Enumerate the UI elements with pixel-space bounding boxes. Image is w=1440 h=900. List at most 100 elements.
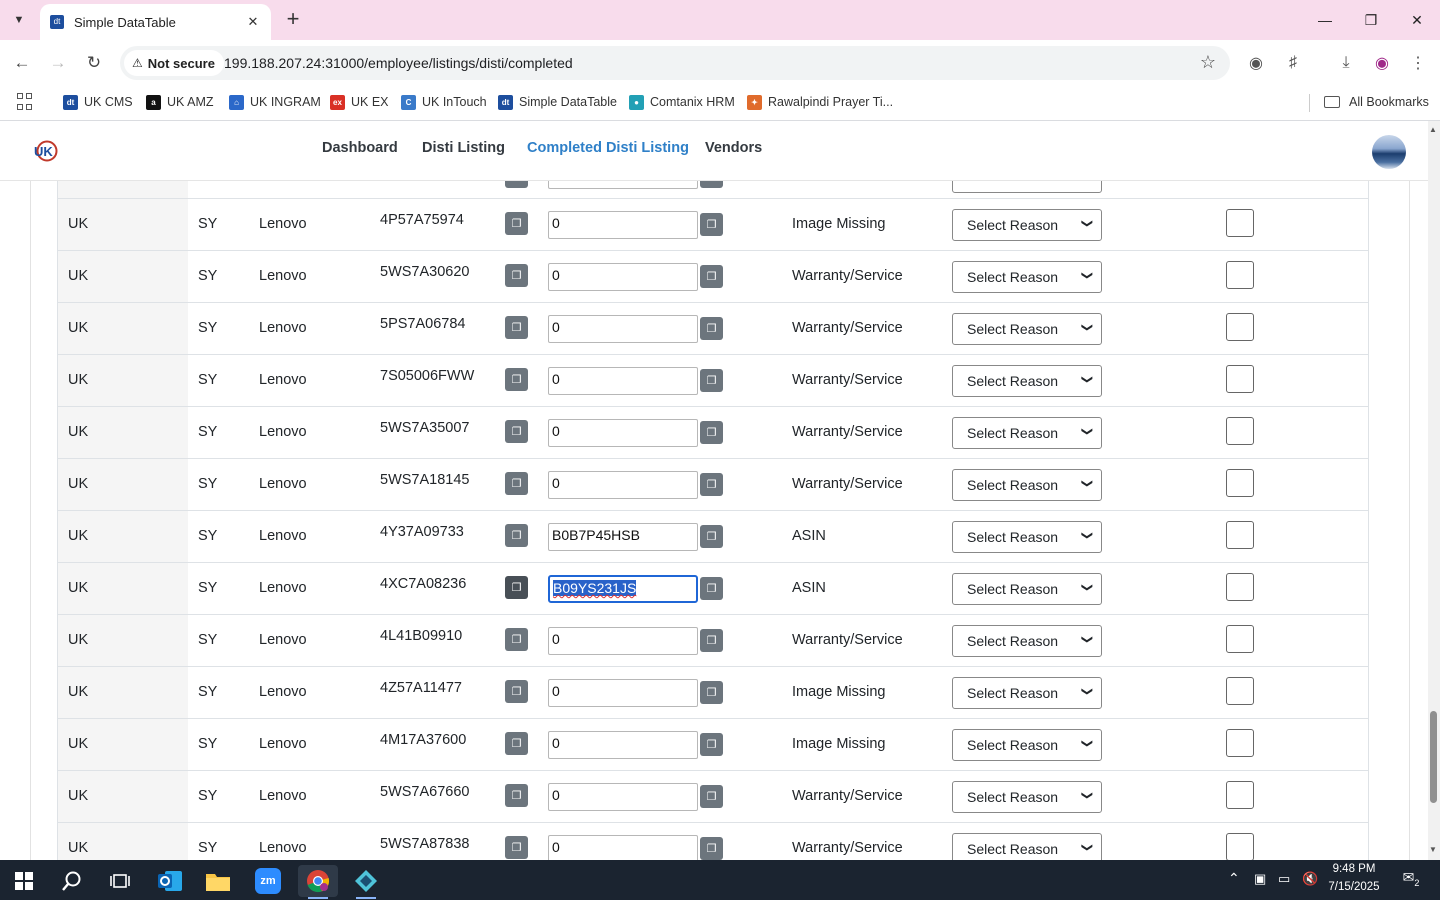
user-avatar[interactable] <box>1372 135 1406 169</box>
row-checkbox[interactable] <box>1226 781 1254 809</box>
copy-part-icon[interactable]: ❐ <box>505 368 528 391</box>
forward-icon[interactable]: → <box>46 51 70 75</box>
value-input[interactable]: 0 <box>548 263 698 291</box>
copy-value-icon[interactable]: ❐ <box>700 265 723 288</box>
copy-value-icon[interactable]: ❐ <box>700 213 723 236</box>
copy-part-icon[interactable]: ❐ <box>505 420 528 443</box>
copy-part-icon[interactable]: ❐ <box>505 524 528 547</box>
copy-part-icon[interactable]: ❐ <box>505 628 528 651</box>
scroll-down-icon[interactable]: ▼ <box>1429 845 1437 854</box>
task-view-icon[interactable] <box>100 865 140 897</box>
nav-dashboard[interactable]: Dashboard <box>322 140 398 156</box>
copy-part-icon[interactable]: ❐ <box>505 784 528 807</box>
apps-grid-icon[interactable] <box>17 93 35 111</box>
tray-chevron-icon[interactable]: ⌃ <box>1228 870 1240 887</box>
row-checkbox[interactable] <box>1226 625 1254 653</box>
reason-select[interactable]: Select Reason ❯ <box>952 469 1102 501</box>
reason-select[interactable]: Select Reason ❯ <box>952 521 1102 553</box>
reason-select[interactable]: Select Reason ❯ <box>952 209 1102 241</box>
bookmark-item[interactable]: dt UK CMS <box>63 91 133 113</box>
translate-icon[interactable]: ◉ <box>1244 52 1268 74</box>
row-checkbox[interactable] <box>1226 521 1254 549</box>
windows-start-icon[interactable] <box>4 865 44 897</box>
copy-value-icon[interactable]: ❐ <box>700 733 723 756</box>
reason-select[interactable]: Select Reason ❯ <box>952 573 1102 605</box>
row-checkbox[interactable] <box>1226 573 1254 601</box>
download-icon[interactable]: ⤓ <box>1334 52 1358 74</box>
value-input[interactable]: 0 <box>548 367 698 395</box>
value-input[interactable]: 0 <box>548 679 698 707</box>
bookmark-item[interactable]: C UK InTouch <box>401 91 487 113</box>
clock-date[interactable]: 7/15/2025 <box>1322 881 1386 893</box>
copy-value-icon[interactable]: ❐ <box>700 421 723 444</box>
new-tab-icon[interactable]: + <box>282 8 304 32</box>
bookmark-item[interactable]: a UK AMZ <box>146 91 214 113</box>
bookmark-item[interactable]: ⌂ UK INGRAM <box>229 91 321 113</box>
scroll-up-icon[interactable]: ▲ <box>1429 125 1437 134</box>
bookmark-item[interactable]: ● Comtanix HRM <box>629 91 735 113</box>
row-checkbox[interactable] <box>1226 261 1254 289</box>
value-input[interactable]: 0 <box>548 471 698 499</box>
url-text[interactable]: 199.188.207.24:31000/employee/listings/d… <box>224 55 573 71</box>
copy-value-icon[interactable]: ❐ <box>700 785 723 808</box>
copy-value-icon[interactable]: ❐ <box>700 317 723 340</box>
value-input[interactable]: 0 <box>548 783 698 811</box>
notifications-icon[interactable]: ✉2 <box>1398 869 1424 891</box>
file-explorer-icon[interactable] <box>198 865 238 897</box>
browser-tab[interactable]: dt Simple DataTable ✕ <box>40 4 271 40</box>
tab-search-chevron-icon[interactable]: ▼ <box>6 8 32 32</box>
restore-icon[interactable]: ❐ <box>1348 6 1394 34</box>
value-input[interactable]: 0 <box>548 835 698 860</box>
row-checkbox[interactable] <box>1226 365 1254 393</box>
reason-select[interactable]: Select Reason ❯ <box>952 365 1102 397</box>
page-scrollbar[interactable]: ▲ ▼ <box>1428 121 1440 860</box>
row-checkbox[interactable] <box>1226 833 1254 860</box>
copy-part-icon[interactable]: ❐ <box>505 212 528 235</box>
clock-time[interactable]: 9:48 PM <box>1322 863 1386 875</box>
row-checkbox[interactable] <box>1226 313 1254 341</box>
row-checkbox[interactable] <box>1226 469 1254 497</box>
row-checkbox[interactable] <box>1226 677 1254 705</box>
extensions-icon[interactable]: ♯ <box>1281 52 1305 74</box>
reason-select[interactable]: Select Reason ❯ <box>952 313 1102 345</box>
volume-muted-icon[interactable]: 🔇 <box>1302 871 1318 887</box>
app-diamond-icon[interactable] <box>346 865 386 899</box>
nav-disti-listing[interactable]: Disti Listing <box>422 140 505 156</box>
copy-value-icon[interactable]: ❐ <box>700 473 723 496</box>
value-input[interactable]: 0 <box>548 419 698 447</box>
uk-logo-icon[interactable]: UK <box>33 139 59 163</box>
menu-kebab-icon[interactable]: ⋮ <box>1406 52 1430 74</box>
reason-select[interactable]: Select Reason ❯ <box>952 833 1102 860</box>
security-chip[interactable]: ⚠ Not secure <box>124 50 224 76</box>
reason-select[interactable]: Select Reason ❯ <box>952 625 1102 657</box>
row-checkbox[interactable] <box>1226 417 1254 445</box>
reason-select[interactable]: Select Reason ❯ <box>952 417 1102 449</box>
network-icon[interactable]: ▣ <box>1254 871 1266 887</box>
reason-select[interactable]: Select Reason ❯ <box>952 261 1102 293</box>
copy-part-icon[interactable]: ❐ <box>505 576 528 599</box>
value-input[interactable]: B0B7P45HSB <box>548 523 698 551</box>
bookmark-item[interactable]: ✦ Rawalpindi Prayer Ti... <box>747 91 893 113</box>
copy-part-icon[interactable]: ❐ <box>505 264 528 287</box>
reason-select[interactable]: Select Reason ❯ <box>952 677 1102 709</box>
bookmark-item[interactable]: ex UK EX <box>330 91 389 113</box>
copy-value-icon[interactable]: ❐ <box>700 577 723 600</box>
copy-value-icon[interactable]: ❐ <box>700 525 723 548</box>
tab-close-icon[interactable]: ✕ <box>245 14 261 30</box>
copy-part-icon[interactable]: ❐ <box>505 472 528 495</box>
minimize-icon[interactable]: — <box>1302 6 1348 34</box>
copy-value-icon[interactable]: ❐ <box>700 837 723 860</box>
reload-icon[interactable]: ↻ <box>82 51 106 75</box>
value-input[interactable]: 0 <box>548 211 698 239</box>
row-checkbox[interactable] <box>1226 729 1254 757</box>
profile-icon[interactable]: ◉ <box>1370 52 1394 74</box>
reason-select[interactable]: Select Reason ❯ <box>952 781 1102 813</box>
nav-vendors[interactable]: Vendors <box>705 140 762 156</box>
zoom-icon[interactable]: zm <box>248 865 288 897</box>
reason-select[interactable]: Select Reason ❯ <box>952 729 1102 761</box>
all-bookmarks[interactable]: All Bookmarks <box>1324 91 1429 113</box>
bookmark-star-icon[interactable]: ☆ <box>1200 52 1216 73</box>
nav-completed-disti-listing[interactable]: Completed Disti Listing <box>527 140 689 156</box>
back-icon[interactable]: ← <box>10 51 34 75</box>
bookmark-item[interactable]: dt Simple DataTable <box>498 91 617 113</box>
